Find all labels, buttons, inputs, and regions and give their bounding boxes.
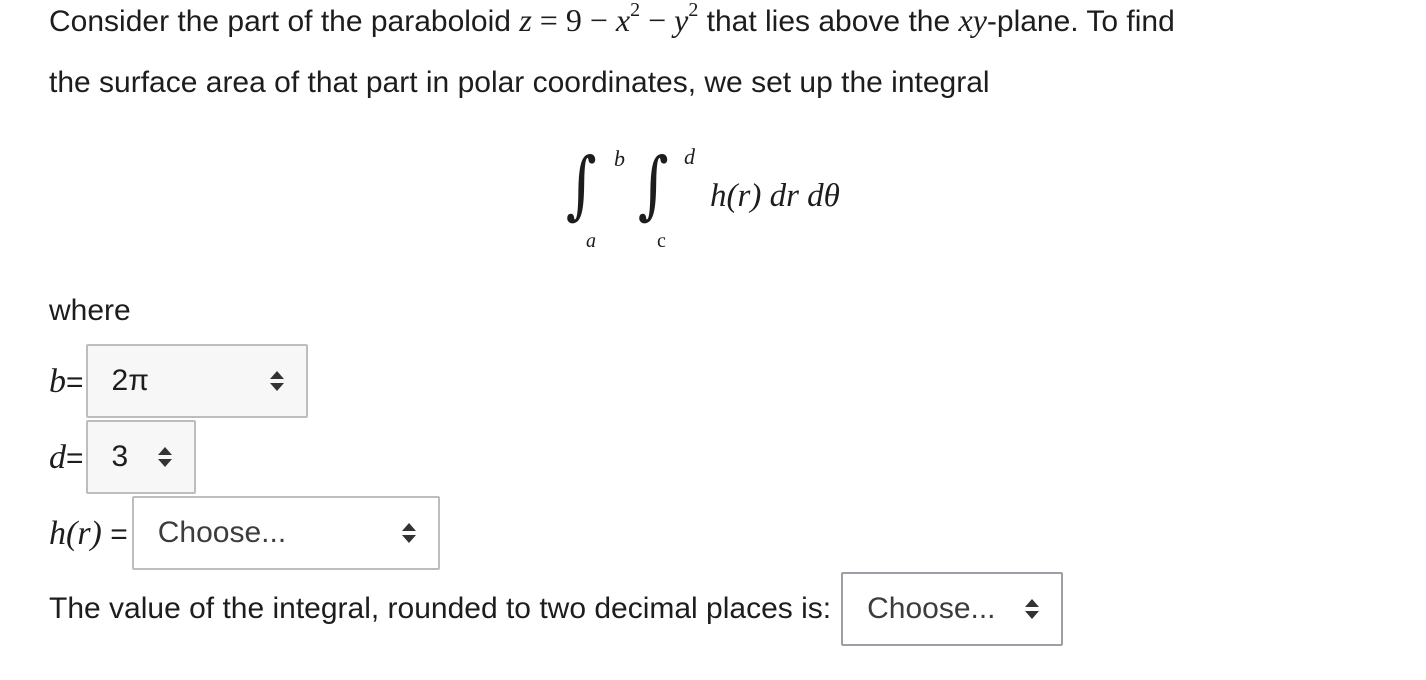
outer-lower-limit: a — [586, 230, 596, 252]
outer-upper-limit: b — [614, 146, 625, 171]
select-value-text: Choose... — [867, 592, 996, 625]
var-h: h(r) — [49, 514, 102, 552]
chevron-updown-icon — [401, 521, 416, 545]
chevron-updown-icon — [157, 445, 172, 469]
question-line-2: the surface area of that part in polar c… — [49, 66, 990, 99]
select-d[interactable]: 3 — [85, 420, 196, 494]
outer-integral-sign: ∫ — [565, 142, 597, 228]
inner-upper-limit: d — [684, 144, 695, 169]
inner-integral-sign: ∫ — [637, 142, 669, 228]
field-row-h: h(r) = Choose... — [49, 496, 440, 570]
double-integral: ∫ b a ∫ d c h(r) dr dθ — [560, 140, 900, 260]
math-var-z: z — [519, 2, 532, 38]
where-label: where — [49, 294, 131, 327]
math-exponent-x: 2 — [630, 0, 641, 21]
math-var-y: y — [674, 2, 689, 38]
select-h-value: Choose... — [157, 516, 287, 549]
label-d: d= — [49, 438, 84, 477]
math-equals-nine: = 9 − — [531, 2, 616, 38]
math-var-xy: xy — [958, 2, 987, 38]
equals-b: = — [66, 365, 84, 399]
inner-lower-limit: c — [657, 230, 666, 252]
select-b[interactable]: 2π — [85, 344, 308, 418]
question-line-1: Consider the part of the paraboloid z = … — [49, 0, 1175, 39]
math-exponent-y: 2 — [688, 0, 699, 21]
equals-d: = — [66, 441, 84, 475]
value-prompt: The value of the integral, rounded to tw… — [49, 592, 832, 625]
chevron-updown-icon — [269, 369, 284, 393]
var-b: b — [49, 362, 66, 400]
select-value[interactable]: Choose... — [841, 572, 1064, 646]
select-h[interactable]: Choose... — [131, 496, 440, 570]
question-text-suffix: -plane. To find — [986, 5, 1175, 38]
label-b: b= — [49, 362, 84, 401]
equals-h: = — [101, 517, 128, 551]
field-row-d: d= 3 — [49, 420, 196, 494]
field-row-b: b= 2π — [49, 344, 308, 418]
chevron-updown-icon — [1025, 597, 1040, 621]
question-text-prefix: Consider the part of the paraboloid — [49, 5, 520, 38]
select-d-value: 3 — [111, 440, 129, 473]
field-row-value: The value of the integral, rounded to tw… — [49, 572, 1064, 646]
question-text-mid: that lies above the — [698, 5, 959, 38]
math-var-x: x — [615, 2, 631, 38]
var-d: d — [49, 438, 66, 476]
label-h: h(r) = — [49, 514, 128, 553]
math-minus: − — [640, 2, 675, 38]
select-b-value: 2π — [111, 364, 149, 397]
integrand: h(r) dr dθ — [710, 178, 840, 214]
